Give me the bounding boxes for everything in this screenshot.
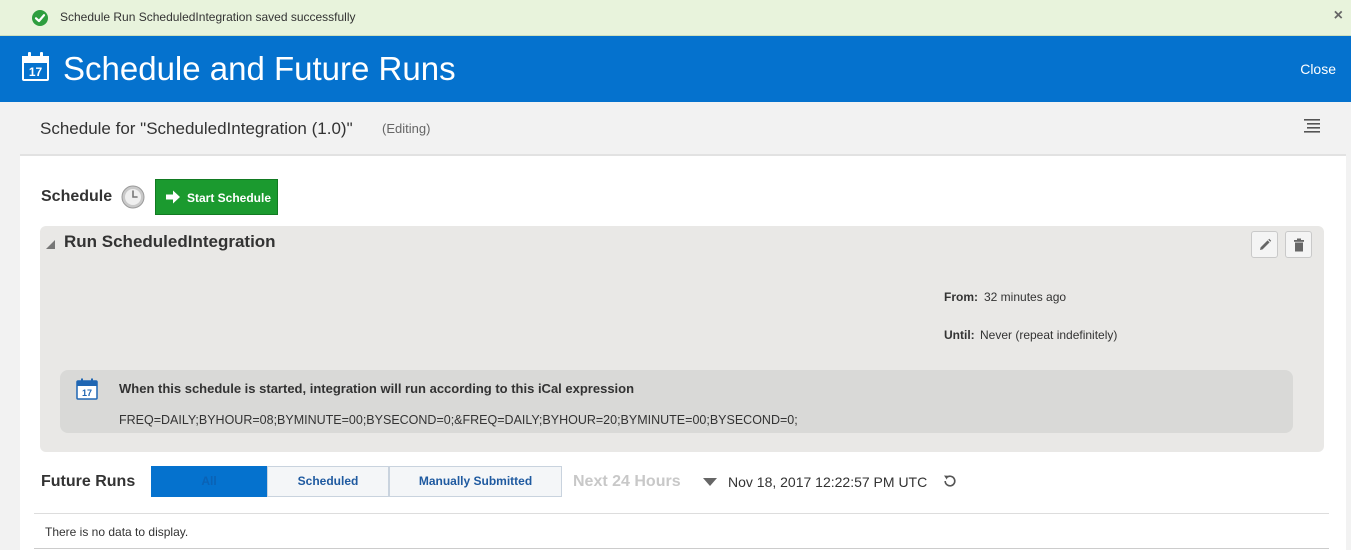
trash-icon — [1294, 238, 1304, 252]
arrow-right-icon — [165, 189, 181, 208]
calendar-icon: 17 — [76, 378, 98, 405]
calendar-icon: 17 — [21, 52, 51, 87]
table-header-divider — [34, 513, 1329, 514]
menu-icon[interactable] — [1304, 119, 1320, 138]
edit-button[interactable] — [1251, 231, 1278, 258]
start-schedule-label: Start Schedule — [187, 191, 272, 205]
collapse-toggle-icon[interactable] — [46, 240, 55, 249]
editing-status: (Editing) — [382, 121, 431, 136]
success-check-icon — [32, 10, 48, 26]
start-schedule-button[interactable]: Start Schedule — [155, 179, 278, 215]
empty-table-message: There is no data to display. — [45, 525, 189, 539]
notification-message: Schedule Run ScheduledIntegration saved … — [60, 10, 356, 24]
delete-button[interactable] — [1285, 231, 1312, 258]
calendar-icon-day: 17 — [29, 65, 43, 79]
until-value: Never (repeat indefinitely) — [980, 328, 1118, 342]
until-label: Until: — [944, 328, 975, 342]
refresh-icon[interactable] — [942, 473, 958, 494]
run-title: Run ScheduledIntegration — [64, 232, 276, 251]
tab-manually-submitted[interactable]: Manually Submitted — [389, 466, 562, 497]
page-header: 17 Schedule and Future Runs Close — [0, 36, 1351, 102]
pencil-icon — [1260, 238, 1272, 250]
ical-heading: When this schedule is started, integrati… — [119, 381, 635, 396]
tab-all[interactable]: All — [151, 466, 267, 497]
ical-icon-day: 17 — [82, 388, 92, 398]
chevron-down-icon[interactable] — [703, 478, 717, 486]
current-datetime: Nov 18, 2017 12:22:57 PM UTC — [728, 474, 928, 490]
clock-icon — [121, 185, 145, 209]
schedule-title: Schedule for "ScheduledIntegration (1.0)… — [40, 119, 353, 138]
main-panel: Schedule Start Schedule Run ScheduledInt… — [20, 156, 1346, 550]
schedule-label: Schedule — [41, 188, 113, 205]
page-title: Schedule and Future Runs — [63, 50, 456, 87]
success-notification: Schedule Run ScheduledIntegration saved … — [0, 0, 1351, 36]
schedule-subheader: Schedule for "ScheduledIntegration (1.0)… — [20, 102, 1346, 156]
close-button[interactable]: Close — [1300, 61, 1336, 77]
from-value: 32 minutes ago — [984, 290, 1067, 304]
ical-expression: FREQ=DAILY;BYHOUR=08;BYMINUTE=00;BYSECON… — [119, 413, 798, 427]
dismiss-notification-icon[interactable]: × — [1334, 8, 1343, 24]
table-footer-divider — [34, 548, 1329, 549]
ical-info-box: 17 When this schedule is started, integr… — [60, 370, 1293, 433]
tab-scheduled[interactable]: Scheduled — [267, 466, 389, 497]
future-runs-label: Future Runs — [41, 473, 136, 490]
time-range-label: Next 24 Hours — [573, 473, 681, 490]
from-label: From: — [944, 290, 978, 304]
run-schedule-panel: Run ScheduledIntegration From: 32 minute… — [40, 226, 1324, 452]
